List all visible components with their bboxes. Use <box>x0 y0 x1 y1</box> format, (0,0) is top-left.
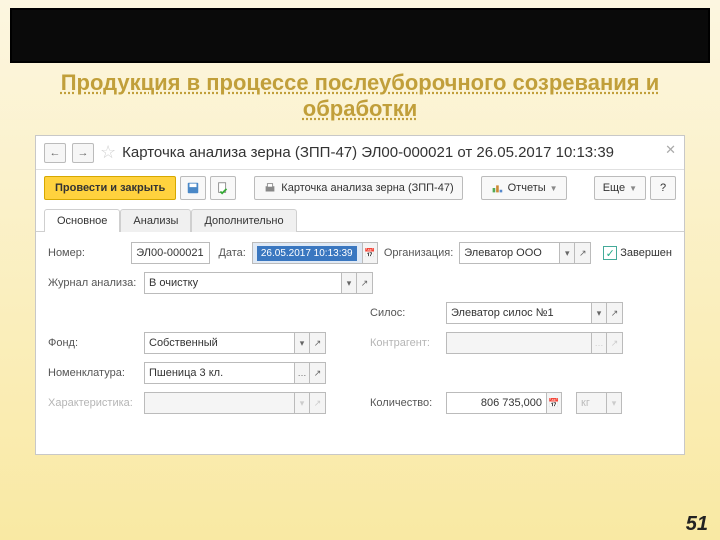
reports-label: Отчеты <box>508 182 546 194</box>
calendar-icon[interactable]: 📅 <box>362 242 378 264</box>
document-icon <box>216 181 230 195</box>
open-icon[interactable]: ↗ <box>310 362 326 384</box>
grain-card-label: Карточка анализа зерна (ЗПП-47) <box>281 182 453 194</box>
quantity-label: Количество: <box>370 397 440 409</box>
nav-forward-button[interactable]: → <box>72 143 94 163</box>
characteristic-label: Характеристика: <box>48 397 138 409</box>
chevron-down-icon: ▾ <box>606 392 622 414</box>
grain-card-button[interactable]: Карточка анализа зерна (ЗПП-47) <box>254 176 462 200</box>
check-icon: ✓ <box>603 246 617 260</box>
date-field[interactable]: 26.05.2017 10:13:39 📅 <box>252 242 378 264</box>
reports-button[interactable]: Отчеты ▼ <box>481 176 567 200</box>
print-icon <box>263 181 277 195</box>
more-dots-icon[interactable]: … <box>294 362 310 384</box>
nav-back-button[interactable]: ← <box>44 143 66 163</box>
org-label: Организация: <box>384 247 453 259</box>
app-window: ← → ☆ Карточка анализа зерна (ЗПП-47) ЭЛ… <box>35 135 685 455</box>
save-button[interactable] <box>180 176 206 200</box>
fund-field[interactable]: Собственный ▾ ↗ <box>144 332 326 354</box>
banner-line1: Продукция в процессе послеуборочного соз… <box>61 70 660 95</box>
nomenclature-label: Номенклатура: <box>48 367 138 379</box>
form-body: Номер: ЭЛ00-000021 Дата: 26.05.2017 10:1… <box>36 232 684 432</box>
quantity-field[interactable]: 806 735,000 📅 <box>446 392 562 414</box>
chart-icon <box>490 181 504 195</box>
more-button[interactable]: Еще ▼ <box>594 176 646 200</box>
org-field[interactable]: Элеватор ООО ▾ ↗ <box>459 242 591 264</box>
tab-bar: Основное Анализы Дополнительно <box>36 208 684 232</box>
more-label: Еще <box>603 182 625 194</box>
chevron-down-icon: ▼ <box>629 184 637 193</box>
journal-label: Журнал анализа: <box>48 277 138 289</box>
tab-additional[interactable]: Дополнительно <box>191 209 296 232</box>
help-button[interactable]: ? <box>650 176 676 200</box>
close-icon[interactable]: ✕ <box>665 142 676 158</box>
tab-main[interactable]: Основное <box>44 209 120 232</box>
chevron-down-icon[interactable]: ▾ <box>559 242 575 264</box>
counterparty-label: Контрагент: <box>370 337 440 349</box>
silo-label: Силос: <box>370 307 440 319</box>
toolbar: Провести и закрыть Карточка анализа зерн… <box>36 170 684 206</box>
post-and-close-button[interactable]: Провести и закрыть <box>44 176 176 200</box>
characteristic-field: ▾ ↗ <box>144 392 326 414</box>
unit-field: кг ▾ <box>576 392 622 414</box>
header-dark-box <box>10 8 710 63</box>
chevron-down-icon: ▾ <box>294 392 310 414</box>
page-number: 51 <box>686 513 708 536</box>
silo-field[interactable]: Элеватор силос №1 ▾ ↗ <box>446 302 623 324</box>
completed-checkbox[interactable]: ✓ Завершен <box>603 246 672 260</box>
open-icon: ↗ <box>607 332 623 354</box>
open-icon[interactable]: ↗ <box>607 302 623 324</box>
chevron-down-icon[interactable]: ▾ <box>341 272 357 294</box>
open-icon[interactable]: ↗ <box>575 242 591 264</box>
date-label: Дата: <box>216 247 246 259</box>
open-icon[interactable]: ↗ <box>357 272 373 294</box>
journal-field[interactable]: В очистку ▾ ↗ <box>144 272 373 294</box>
counterparty-field: … ↗ <box>446 332 623 354</box>
calculator-icon[interactable]: 📅 <box>546 392 562 414</box>
banner-title: Продукция в процессе послеуборочного соз… <box>0 70 720 123</box>
chevron-down-icon: ▼ <box>550 184 558 193</box>
number-field[interactable]: ЭЛ00-000021 <box>131 242 210 264</box>
number-label: Номер: <box>48 247 125 259</box>
open-icon: ↗ <box>310 392 326 414</box>
fund-label: Фонд: <box>48 337 138 349</box>
window-title: Карточка анализа зерна (ЗПП-47) ЭЛ00-000… <box>122 144 614 161</box>
more-dots-icon: … <box>591 332 607 354</box>
tab-analyses[interactable]: Анализы <box>120 209 191 232</box>
favorite-star-icon[interactable]: ☆ <box>100 142 116 163</box>
chevron-down-icon[interactable]: ▾ <box>294 332 310 354</box>
window-header: ← → ☆ Карточка анализа зерна (ЗПП-47) ЭЛ… <box>36 136 684 170</box>
save-icon <box>186 181 200 195</box>
nomenclature-field[interactable]: Пшеница 3 кл. … ↗ <box>144 362 326 384</box>
chevron-down-icon[interactable]: ▾ <box>591 302 607 324</box>
open-icon[interactable]: ↗ <box>310 332 326 354</box>
banner-line2: обработки <box>303 96 418 121</box>
post-button[interactable] <box>210 176 236 200</box>
